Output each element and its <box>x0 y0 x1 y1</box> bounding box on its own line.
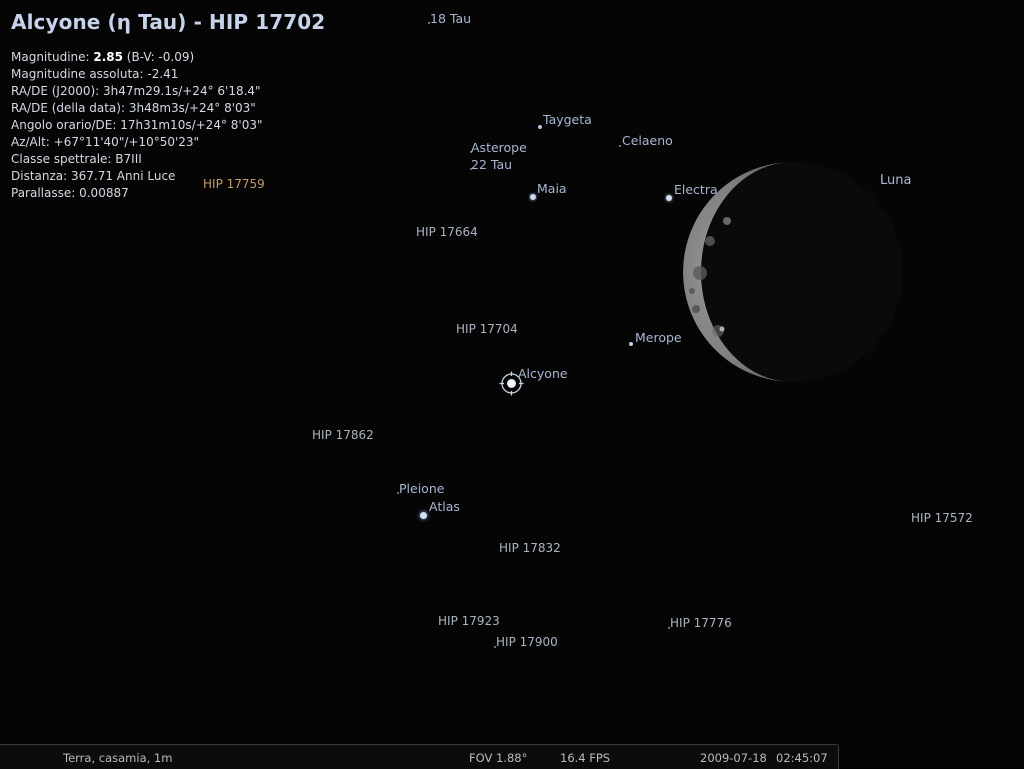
label-18-tau: 18 Tau <box>430 11 472 26</box>
label-hip-17572[interactable]: HIP 17572 <box>911 511 973 525</box>
label-hip-17862[interactable]: HIP 17862 <box>312 428 374 442</box>
label-luna[interactable]: Luna <box>880 173 911 188</box>
info-magnitude: Magnitudine: 2.85 (B-V: -0.09) <box>11 50 194 64</box>
star-taygeta[interactable] <box>538 125 542 129</box>
label-hip-17759[interactable]: HIP 17759 <box>203 177 265 191</box>
object-title: Alcyone (η Tau) - HIP 17702 <box>11 10 326 34</box>
info-spectral-class: Classe spettrale: B7III <box>11 152 142 166</box>
info-hour-angle: Angolo orario/DE: 17h31m10s/+24° 8'03" <box>11 118 263 132</box>
info-parallax: Parallasse: 0.00887 <box>11 186 129 200</box>
star-atlas[interactable] <box>420 512 427 519</box>
label-hip-17832[interactable]: HIP 17832 <box>499 541 561 555</box>
label-atlas: Atlas <box>429 499 460 514</box>
label-22-tau: 22 Tau <box>471 157 513 172</box>
magnitude-value: 2.85 <box>93 50 123 64</box>
label-maia: Maia <box>537 181 567 196</box>
info-distance: Distanza: 367.71 Anni Luce <box>11 169 176 183</box>
label-taygeta: Taygeta <box>543 112 592 127</box>
status-date: 2009-07-18 <box>700 751 767 765</box>
label-pleione: Pleione <box>399 481 445 496</box>
label-hip-17923[interactable]: HIP 17923 <box>438 614 500 628</box>
label-hip-17664[interactable]: HIP 17664 <box>416 225 478 239</box>
info-radec-j2000: RA/DE (J2000): 3h47m29.1s/+24° 6'18.4" <box>11 84 261 98</box>
magnitude-bv: (B-V: -0.09) <box>122 50 195 64</box>
info-radec-date: RA/DE (della data): 3h48m3s/+24° 8'03" <box>11 101 256 115</box>
label-alcyone: Alcyone <box>518 366 568 381</box>
sky-view[interactable]: Alcyone (η Tau) - HIP 17702 Magnitudine:… <box>0 0 1024 768</box>
star-celaeno[interactable] <box>619 145 621 147</box>
label-celaeno: Celaeno <box>622 133 673 148</box>
status-fov: FOV 1.88° <box>469 751 528 765</box>
star-merope[interactable] <box>629 342 633 346</box>
label-hip-17776[interactable]: HIP 17776 <box>670 616 732 630</box>
status-time: 02:45:07 <box>776 751 828 765</box>
label-asterope: Asterope <box>471 140 527 155</box>
info-az-alt: Az/Alt: +67°11'40"/+10°50'23" <box>11 135 200 149</box>
label-hip-17704[interactable]: HIP 17704 <box>456 322 518 336</box>
star-electra[interactable] <box>666 195 672 201</box>
star-maia[interactable] <box>530 194 536 200</box>
label-electra: Electra <box>674 182 718 197</box>
status-fps: 16.4 FPS <box>560 751 611 765</box>
label-merope: Merope <box>635 330 682 345</box>
info-abs-magnitude: Magnitudine assoluta: -2.41 <box>11 67 179 81</box>
magnitude-label: Magnitudine: <box>11 50 94 64</box>
label-hip-17900[interactable]: HIP 17900 <box>496 635 558 649</box>
status-location: Terra, casamia, 1m <box>63 751 173 765</box>
status-bar: Terra, casamia, 1m FOV 1.88° 16.4 FPS 20… <box>0 744 839 769</box>
